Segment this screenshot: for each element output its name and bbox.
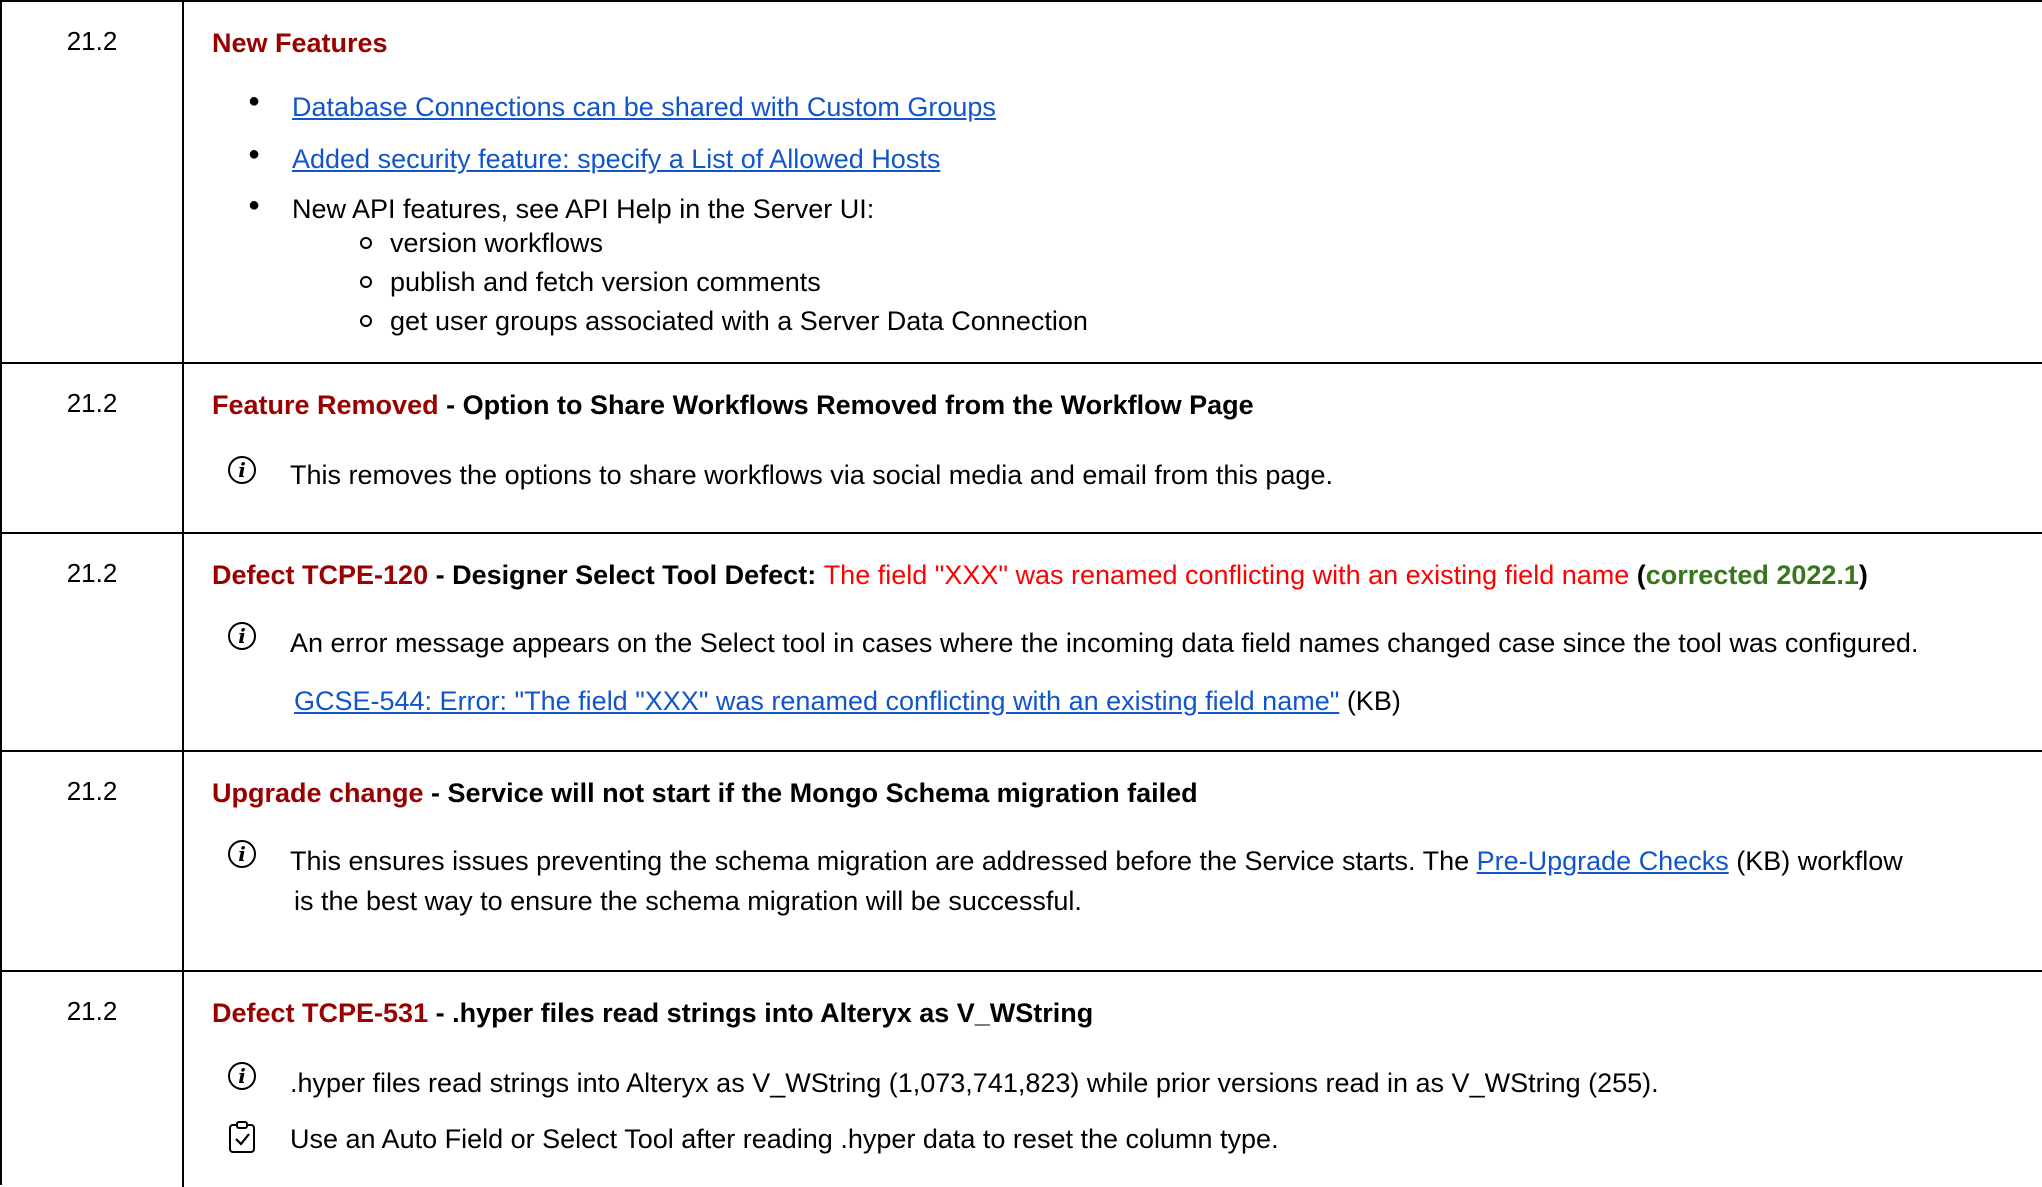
version-cell: 21.2 <box>66 776 118 806</box>
version-cell: 21.2 <box>66 388 118 418</box>
note-text: This ensures issues preventing the schem… <box>290 846 1903 876</box>
info-icon: i <box>228 622 256 650</box>
row-title: New Features <box>212 28 388 58</box>
table-row: 21.2 Upgrade change - Service will not s… <box>2 752 2042 972</box>
note-text: .hyper files read strings into Alteryx a… <box>290 1068 1659 1098</box>
sub-bullet-icon <box>360 276 372 288</box>
version-cell: 21.2 <box>66 996 118 1026</box>
version-cell: 21.2 <box>66 26 118 56</box>
sub-bullet-icon <box>360 237 372 249</box>
action-text: Use an Auto Field or Select Tool after r… <box>290 1124 1279 1154</box>
version-cell: 21.2 <box>66 558 118 588</box>
link-pre-upgrade-checks[interactable]: Pre-Upgrade Checks <box>1477 846 1729 876</box>
info-icon: i <box>228 456 256 484</box>
info-icon: i <box>228 1062 256 1090</box>
sub-bullet-text: publish and fetch version comments <box>390 267 821 297</box>
bullet-icon: ● <box>248 90 261 112</box>
row-title: Upgrade change - Service will not start … <box>212 778 1198 808</box>
table-row: 21.2 New Features ● Database Connections… <box>2 2 2042 364</box>
bullet-text: New API features, see API Help in the Se… <box>292 194 875 224</box>
table-row: 21.2 Defect TCPE-531 - .hyper files read… <box>2 972 2042 1187</box>
clipboard-check-icon <box>229 1121 255 1153</box>
row-title: Feature Removed - Option to Share Workfl… <box>212 390 1254 420</box>
info-icon: i <box>228 840 256 868</box>
note-text: This removes the options to share workfl… <box>290 460 1333 490</box>
bullet-icon: ● <box>248 194 261 216</box>
note-text-line2: is the best way to ensure the schema mig… <box>294 886 1082 916</box>
sub-bullet-icon <box>360 315 372 327</box>
link-allowed-hosts[interactable]: Added security feature: specify a List o… <box>292 144 940 175</box>
sub-bullet-text: version workflows <box>390 228 604 258</box>
table-row: 21.2 Defect TCPE-120 - Designer Select T… <box>2 534 2042 752</box>
row-title: Defect TCPE-120 - Designer Select Tool D… <box>212 560 1868 590</box>
table-row: 21.2 Feature Removed - Option to Share W… <box>2 364 2042 534</box>
link-gcse-544[interactable]: GCSE-544: Error: "The field "XXX" was re… <box>294 686 1339 716</box>
link-database-connections[interactable]: Database Connections can be shared with … <box>292 92 996 123</box>
kb-link-line: GCSE-544: Error: "The field "XXX" was re… <box>294 686 1401 716</box>
sub-bullet-text: get user groups associated with a Server… <box>390 306 1088 336</box>
bullet-icon: ● <box>248 143 261 165</box>
note-text: An error message appears on the Select t… <box>290 628 1919 658</box>
release-notes-table: 21.2 New Features ● Database Connections… <box>0 0 2042 1187</box>
row-title: Defect TCPE-531 - .hyper files read stri… <box>212 998 1094 1028</box>
